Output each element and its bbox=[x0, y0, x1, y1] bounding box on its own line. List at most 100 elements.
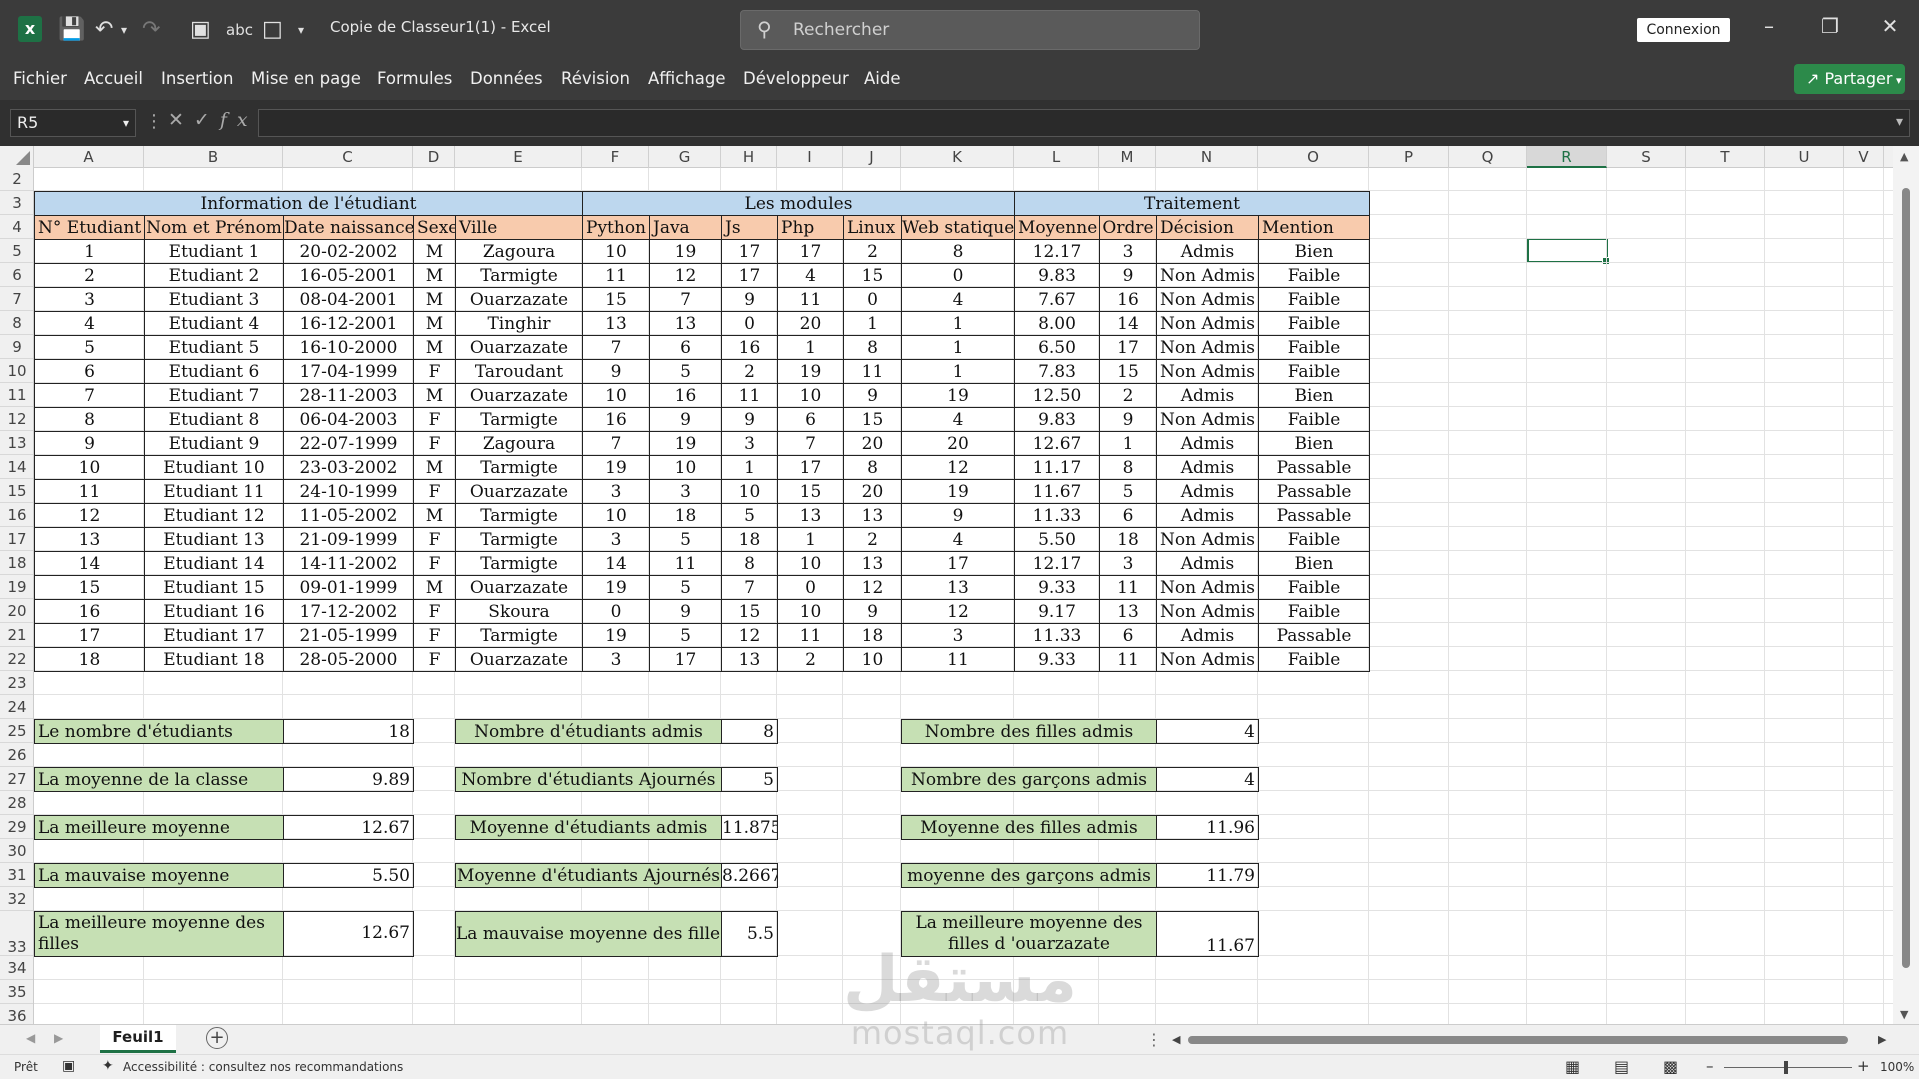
table-cell[interactable]: Faible bbox=[1258, 599, 1370, 624]
table-cell[interactable]: Bien bbox=[1258, 431, 1370, 456]
formula-input[interactable]: ▾ bbox=[258, 109, 1910, 137]
column-header-l[interactable]: L bbox=[1014, 146, 1099, 168]
table-cell[interactable]: 14-11-2002 bbox=[283, 551, 414, 576]
table-cell[interactable]: 9.17 bbox=[1014, 599, 1100, 624]
table-cell[interactable]: 9 bbox=[901, 503, 1015, 528]
table-cell[interactable]: 11 bbox=[582, 263, 650, 288]
table-cell[interactable]: 13 bbox=[649, 311, 722, 336]
table-cell[interactable]: 6.50 bbox=[1014, 335, 1100, 360]
table-cell[interactable]: Admis bbox=[1156, 551, 1259, 576]
table-cell[interactable]: 20 bbox=[843, 431, 902, 456]
zoom-slider[interactable] bbox=[1724, 1061, 1852, 1074]
table-cell[interactable]: 21-09-1999 bbox=[283, 527, 414, 552]
table-cell[interactable]: Admis bbox=[1156, 503, 1259, 528]
stat-label[interactable]: Nombre d'étudiants admis bbox=[455, 719, 722, 744]
table-cell[interactable]: 14 bbox=[582, 551, 650, 576]
table-cell[interactable]: 8 bbox=[843, 335, 902, 360]
table-cell[interactable]: 19 bbox=[777, 359, 844, 384]
table-cell[interactable]: 15 bbox=[777, 479, 844, 504]
row-header-35[interactable]: 35 bbox=[0, 980, 33, 1004]
table-cell[interactable]: 11 bbox=[777, 623, 844, 648]
stat-value[interactable]: 5 bbox=[721, 767, 778, 792]
table-cell[interactable]: 1 bbox=[901, 359, 1015, 384]
table-cell[interactable]: Zagoura bbox=[455, 431, 583, 456]
row-header-33[interactable]: 33 bbox=[0, 911, 33, 956]
cancel-icon[interactable]: ✕ bbox=[168, 109, 194, 131]
zoom-slider-handle[interactable] bbox=[1784, 1061, 1788, 1074]
row-header-14[interactable]: 14 bbox=[0, 455, 33, 479]
table-cell[interactable]: 9 bbox=[1099, 407, 1157, 432]
table-cell[interactable]: Non Admis bbox=[1156, 335, 1259, 360]
table-cell[interactable]: 12 bbox=[34, 503, 145, 528]
table-cell[interactable]: 15 bbox=[721, 599, 778, 624]
column-header-h[interactable]: H bbox=[721, 146, 777, 168]
table-cell[interactable]: 24-10-1999 bbox=[283, 479, 414, 504]
table-cell[interactable]: Faible bbox=[1258, 311, 1370, 336]
table-cell[interactable]: F bbox=[413, 431, 456, 456]
table-cell[interactable]: 16 bbox=[34, 599, 145, 624]
row-header-15[interactable]: 15 bbox=[0, 479, 33, 503]
table-cell[interactable]: Faible bbox=[1258, 287, 1370, 312]
table-cell[interactable]: F bbox=[413, 407, 456, 432]
table-cell[interactable]: M bbox=[413, 383, 456, 408]
table-cell[interactable]: 9.83 bbox=[1014, 263, 1100, 288]
table-cell[interactable]: 5 bbox=[649, 527, 722, 552]
table-cell[interactable]: 3 bbox=[582, 479, 650, 504]
table-cell[interactable]: 10 bbox=[721, 479, 778, 504]
table-cell[interactable]: Etudiant 6 bbox=[144, 359, 284, 384]
save-icon[interactable]: 💾 bbox=[58, 17, 85, 43]
scroll-right-icon[interactable]: ▶ bbox=[1878, 1033, 1886, 1046]
stat-value[interactable]: 9.89 bbox=[283, 767, 414, 792]
stat-label[interactable]: Nombre des filles admis bbox=[901, 719, 1157, 744]
table-cell[interactable]: Bien bbox=[1258, 383, 1370, 408]
next-sheet-icon[interactable]: ▶ bbox=[54, 1031, 63, 1045]
page-layout-view-icon[interactable]: ▤ bbox=[1614, 1057, 1629, 1076]
table-cell[interactable]: 11 bbox=[1099, 647, 1157, 672]
column-header-t[interactable]: T bbox=[1686, 146, 1765, 168]
table-cell[interactable]: 19 bbox=[649, 431, 722, 456]
table-cell[interactable]: 3 bbox=[1099, 239, 1157, 264]
row-header-11[interactable]: 11 bbox=[0, 383, 33, 407]
row-header-2[interactable]: 2 bbox=[0, 168, 33, 191]
prev-sheet-icon[interactable]: ◀ bbox=[26, 1031, 35, 1045]
stat-value[interactable]: 11.79 bbox=[1156, 863, 1259, 888]
row-header-13[interactable]: 13 bbox=[0, 431, 33, 455]
table-header-2[interactable]: Date naissance bbox=[283, 215, 414, 240]
column-header-c[interactable]: C bbox=[283, 146, 413, 168]
row-header-36[interactable]: 36 bbox=[0, 1004, 33, 1024]
table-cell[interactable]: M bbox=[413, 335, 456, 360]
row-header-28[interactable]: 28 bbox=[0, 791, 33, 815]
row-header-34[interactable]: 34 bbox=[0, 956, 33, 980]
table-cell[interactable]: Passable bbox=[1258, 455, 1370, 480]
table-cell[interactable]: F bbox=[413, 479, 456, 504]
row-header-16[interactable]: 16 bbox=[0, 503, 33, 527]
table-cell[interactable]: 1 bbox=[901, 335, 1015, 360]
close-icon[interactable]: ✕ bbox=[1875, 14, 1905, 38]
table-cell[interactable]: M bbox=[413, 287, 456, 312]
table-cell[interactable]: 6 bbox=[1099, 623, 1157, 648]
stat-label[interactable]: La meilleure moyenne des filles bbox=[34, 911, 284, 957]
normal-view-icon[interactable]: ▦ bbox=[1565, 1057, 1580, 1076]
menu-accueil[interactable]: Accueil bbox=[84, 69, 143, 88]
table-cell[interactable]: 16-10-2000 bbox=[283, 335, 414, 360]
table-cell[interactable]: Skoura bbox=[455, 599, 583, 624]
table-cell[interactable]: 19 bbox=[582, 455, 650, 480]
table-cell[interactable]: Admis bbox=[1156, 239, 1259, 264]
table-cell[interactable]: 7 bbox=[721, 575, 778, 600]
row-header-17[interactable]: 17 bbox=[0, 527, 33, 551]
menu-revision[interactable]: Révision bbox=[561, 69, 630, 88]
table-cell[interactable]: 11 bbox=[649, 551, 722, 576]
table-cell[interactable]: Taroudant bbox=[455, 359, 583, 384]
table-cell[interactable]: 3 bbox=[649, 479, 722, 504]
table-cell[interactable]: M bbox=[413, 503, 456, 528]
table-cell[interactable]: 8 bbox=[1099, 455, 1157, 480]
table-cell[interactable]: 0 bbox=[901, 263, 1015, 288]
table-cell[interactable]: Non Admis bbox=[1156, 527, 1259, 552]
menu-affichage[interactable]: Affichage bbox=[648, 69, 726, 88]
table-cell[interactable]: Faible bbox=[1258, 359, 1370, 384]
table-cell[interactable]: 5 bbox=[34, 335, 145, 360]
table-cell[interactable]: 12 bbox=[649, 263, 722, 288]
table-cell[interactable]: F bbox=[413, 599, 456, 624]
table-cell[interactable]: 13 bbox=[34, 527, 145, 552]
table-cell[interactable]: Etudiant 16 bbox=[144, 599, 284, 624]
